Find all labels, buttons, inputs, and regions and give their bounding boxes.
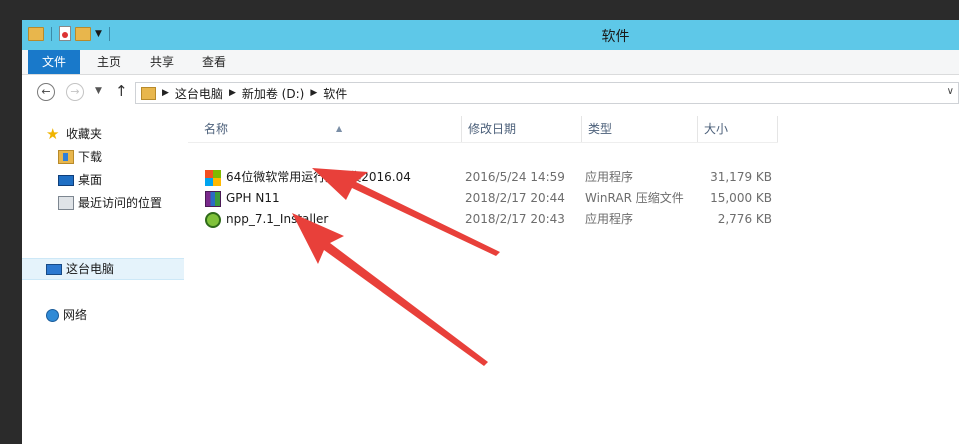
column-header-date[interactable]: 修改日期: [462, 116, 582, 142]
recent-places-icon: [58, 196, 74, 210]
window-title: 软件: [601, 29, 630, 45]
breadcrumb-drive-d[interactable]: 新加卷 (D:): [242, 85, 304, 102]
nav-item-label: 这台电脑: [66, 262, 115, 276]
forward-button[interactable]: →: [66, 83, 84, 101]
file-type: WinRAR 压缩文件: [585, 191, 684, 205]
tab-share[interactable]: 共享: [142, 50, 182, 74]
table-row[interactable]: npp_7.1_Installer 2018/2/17 20:43 应用程序 2…: [188, 209, 778, 230]
winrar-archive-icon: [205, 190, 221, 207]
file-date: 2018/2/17 20:44: [465, 191, 565, 205]
nav-item-downloads[interactable]: 下载: [58, 146, 102, 168]
file-name: 64位微软常用运行库合集2016.04: [226, 170, 411, 184]
breadcrumb-separator-icon[interactable]: ▶: [310, 88, 317, 98]
nav-item-label: 下载: [78, 150, 103, 164]
ribbon-tabs: 文件 主页 共享 查看: [22, 50, 959, 75]
file-name-cell: GPH N11: [205, 188, 280, 209]
breadcrumb-this-pc[interactable]: 这台电脑: [175, 85, 223, 102]
nav-item-label: 桌面: [78, 173, 103, 187]
file-type: 应用程序: [585, 170, 634, 184]
network-icon: [46, 308, 59, 322]
explorer-window: ▼ 软件 文件 主页 共享 查看 ← → ▼ ↑ ▶ 这台电脑 ▶ 新加卷 (D…: [22, 20, 959, 444]
file-size: 2,776 KB: [717, 212, 772, 226]
breadcrumb-separator-icon[interactable]: ▶: [229, 88, 236, 98]
address-history-chevron-icon[interactable]: ∨: [947, 86, 954, 97]
breadcrumb-separator-icon[interactable]: ▶: [162, 88, 169, 98]
navigation-bar: ← → ▼ ↑ ▶ 这台电脑 ▶ 新加卷 (D:) ▶ 软件 ∨: [22, 78, 959, 108]
downloads-folder-icon: [58, 150, 74, 164]
title-bar[interactable]: ▼ 软件: [22, 20, 959, 50]
tab-file[interactable]: 文件: [28, 50, 80, 74]
file-date: 2018/2/17 20:43: [465, 212, 565, 226]
nav-item-label: 网络: [63, 308, 88, 322]
folder-icon: [141, 86, 156, 100]
nav-item-label: 收藏夹: [66, 127, 103, 141]
navigation-pane: ★ 收藏夹 下载 桌面 最近访问的位置 这台电脑 网络: [22, 112, 184, 444]
file-name-cell: npp_7.1_Installer: [205, 209, 328, 230]
file-list: 名称 ▲ 修改日期 类型 大小 64位微软常用运行库合集2016.04 2016…: [188, 112, 959, 444]
nav-item-desktop[interactable]: 桌面: [58, 169, 102, 191]
sort-ascending-icon: ▲: [336, 124, 343, 133]
nav-item-network[interactable]: 网络: [46, 304, 87, 326]
file-size: 15,000 KB: [710, 191, 772, 205]
address-bar[interactable]: ▶ 这台电脑 ▶ 新加卷 (D:) ▶ 软件 ∨: [135, 82, 959, 104]
recent-locations-chevron-icon[interactable]: ▼: [95, 86, 102, 96]
table-row[interactable]: 64位微软常用运行库合集2016.04 2016/5/24 14:59 应用程序…: [188, 167, 778, 188]
file-date: 2016/5/24 14:59: [465, 170, 565, 184]
table-row[interactable]: GPH N11 2018/2/17 20:44 WinRAR 压缩文件 15,0…: [188, 188, 778, 209]
desktop-icon: [58, 174, 74, 186]
nav-item-this-pc[interactable]: 这台电脑: [46, 258, 114, 280]
column-header-type[interactable]: 类型: [582, 116, 698, 142]
star-icon: ★: [46, 125, 60, 143]
tab-view[interactable]: 查看: [194, 50, 234, 74]
file-size: 31,179 KB: [710, 170, 772, 184]
windows-installer-icon: [205, 169, 221, 186]
column-header-size[interactable]: 大小: [698, 116, 778, 142]
header-divider: [188, 142, 778, 143]
back-button[interactable]: ←: [37, 83, 55, 101]
file-name: npp_7.1_Installer: [226, 212, 329, 226]
nav-item-label: 最近访问的位置: [78, 196, 163, 210]
up-arrow-icon[interactable]: ↑: [115, 82, 128, 100]
file-type: 应用程序: [585, 212, 634, 226]
computer-icon: [46, 263, 62, 275]
file-name: GPH N11: [226, 191, 280, 205]
notepad-plus-plus-icon: [205, 211, 221, 228]
column-header-name[interactable]: 名称 ▲: [198, 116, 462, 142]
column-header-label: 名称: [204, 122, 229, 136]
tab-home[interactable]: 主页: [88, 50, 130, 74]
nav-item-recent-places[interactable]: 最近访问的位置: [58, 192, 162, 214]
file-name-cell: 64位微软常用运行库合集2016.04: [205, 167, 411, 188]
breadcrumb-software[interactable]: 软件: [323, 85, 347, 102]
nav-item-favorites[interactable]: ★ 收藏夹: [46, 123, 102, 145]
